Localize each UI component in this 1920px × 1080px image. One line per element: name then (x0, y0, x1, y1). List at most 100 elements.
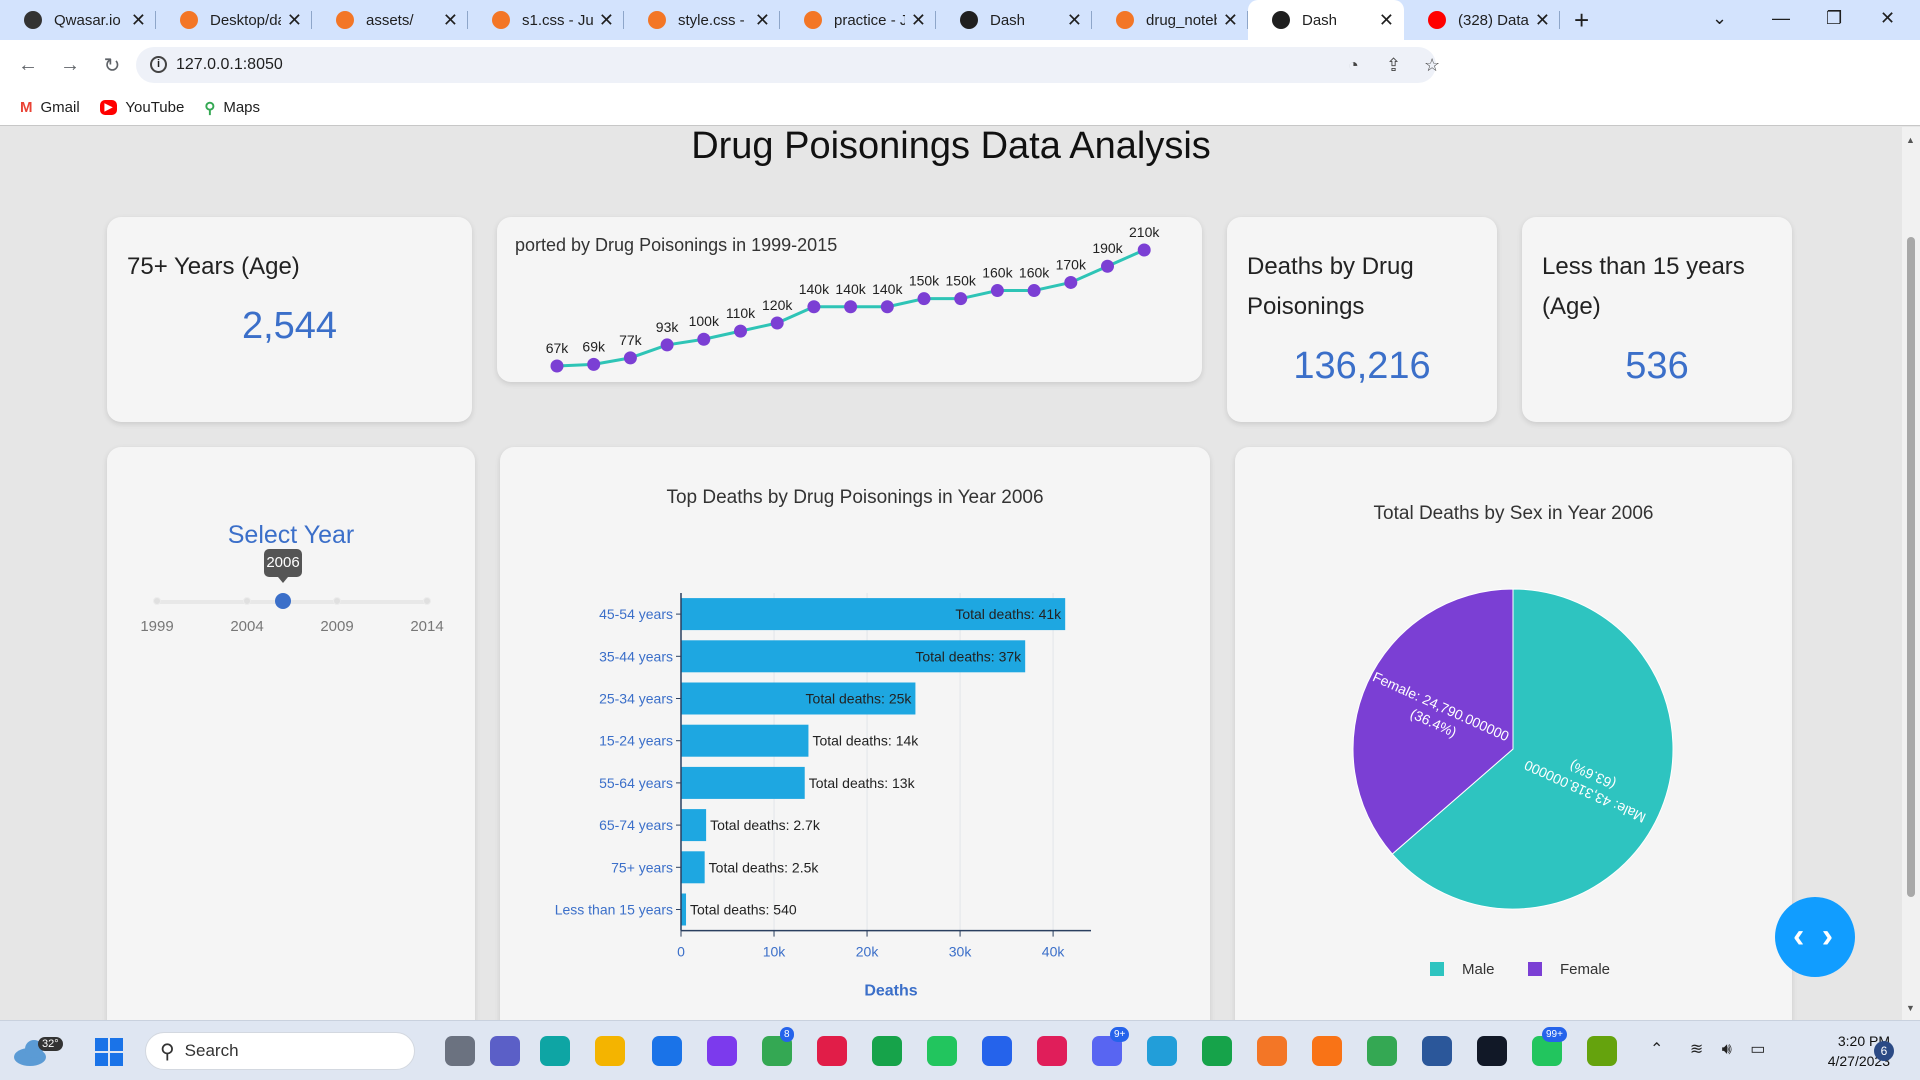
trend-marker (917, 292, 931, 306)
battery-icon[interactable]: ▭ (1750, 1041, 1765, 1058)
xbox-icon[interactable] (872, 1036, 902, 1066)
scroll-up-arrow[interactable]: ▲ (1906, 135, 1915, 145)
browser-tab[interactable]: drug_noteb ✕ (1092, 0, 1248, 40)
performance-icon[interactable]: ◔ (1348, 55, 1359, 76)
tab-close-icon[interactable]: ✕ (599, 10, 614, 31)
slider-mark-label[interactable]: 2004 (217, 618, 277, 635)
trend-data-label: 110k (726, 305, 756, 321)
notification-badge[interactable]: 6 (1874, 1041, 1894, 1061)
browser-tab[interactable]: Dash ✕ (1248, 0, 1404, 40)
close-window-button[interactable]: ✕ (1880, 8, 1895, 29)
back-button[interactable]: ← (14, 54, 42, 77)
kpi-value: 2,544 (241, 305, 338, 347)
browser-tab[interactable]: (328) Data ✕ (1404, 0, 1560, 40)
weather-widget[interactable]: 32° (12, 1031, 63, 1071)
photos-icon[interactable] (707, 1036, 737, 1066)
slider-mark-label[interactable]: 2009 (307, 618, 367, 635)
trend-data-label: 150k (909, 273, 940, 289)
y-category-label: 65-74 years (599, 817, 673, 833)
slider-mark-dot[interactable] (423, 597, 431, 605)
vlc-icon[interactable] (1312, 1036, 1342, 1066)
slider-mark-dot[interactable] (333, 597, 341, 605)
tab-close-icon[interactable]: ✕ (443, 10, 458, 31)
slack-icon[interactable] (1037, 1036, 1067, 1066)
bookmark-youtube[interactable]: ▶ YouTube (99, 99, 184, 116)
wifi-icon[interactable]: ≋ (1690, 1041, 1703, 1058)
slider-mark-label[interactable]: 2014 (397, 618, 457, 635)
page-scrollbar[interactable]: ▲ ▼ (1902, 127, 1920, 1020)
slider-mark-dot[interactable] (153, 597, 161, 605)
site-info-icon[interactable]: i (150, 56, 167, 73)
scroll-thumb[interactable] (1907, 237, 1915, 897)
select-year-title: Select Year (227, 521, 355, 549)
browser-tab[interactable]: Qwasar.io - ✕ (0, 0, 156, 40)
opera-icon[interactable] (817, 1036, 847, 1066)
slider-mark-label[interactable]: 1999 (127, 618, 187, 635)
tab-close-icon[interactable]: ✕ (131, 10, 146, 31)
task-view-icon[interactable] (445, 1036, 475, 1066)
browser-tab[interactable]: assets/ ✕ (312, 0, 468, 40)
trend-data-label: 190k (1092, 240, 1123, 256)
legend-swatch (1430, 962, 1444, 976)
dash-debug-toggle-button[interactable]: ‹ › (1775, 897, 1855, 977)
bookmark-star-icon[interactable]: ☆ (1424, 55, 1440, 76)
tab-close-icon[interactable]: ✕ (1067, 10, 1082, 31)
year-slider-handle[interactable] (275, 593, 291, 609)
terminal-icon[interactable] (1477, 1036, 1507, 1066)
zoom-icon[interactable] (982, 1036, 1012, 1066)
year-slider-rail[interactable] (157, 600, 427, 604)
scroll-down-arrow[interactable]: ▼ (1906, 1003, 1915, 1013)
tab-favicon-icon (648, 11, 666, 29)
browser-tab[interactable]: practice - Ju ✕ (780, 0, 936, 40)
year-selector-card: Select Year 2006 1999 2004 2009 2014 (107, 447, 475, 1020)
tab-search-icon[interactable]: ⌄ (1712, 8, 1727, 29)
pie-chart: Male: 43,318.000000(63.6%)Female: 24,790… (1352, 588, 1674, 978)
browser-tab[interactable]: Desktop/da ✕ (156, 0, 312, 40)
y-category-label: 45-54 years (599, 606, 673, 622)
browser-tab[interactable]: s1.css - Jup ✕ (468, 0, 624, 40)
new-tab-button[interactable]: + (1574, 5, 1589, 36)
mail-icon[interactable] (652, 1036, 682, 1066)
tab-close-icon[interactable]: ✕ (911, 10, 926, 31)
tab-close-icon[interactable]: ✕ (1223, 10, 1238, 31)
edge-icon[interactable] (540, 1036, 570, 1066)
reload-button[interactable]: ↻ (98, 53, 126, 78)
bar-data-label: Total deaths: 25k (806, 691, 913, 707)
meet-icon[interactable] (1202, 1036, 1232, 1066)
taskbar-search-box[interactable]: ⚲ Search (145, 1032, 415, 1070)
jupyter-icon[interactable] (1257, 1036, 1287, 1066)
word-icon[interactable] (1422, 1036, 1452, 1066)
restore-button[interactable]: ❐ (1826, 8, 1842, 29)
browser-tab[interactable]: Dash ✕ (936, 0, 1092, 40)
minimize-button[interactable]: — (1772, 8, 1790, 29)
forward-button[interactable]: → (56, 54, 84, 77)
tab-close-icon[interactable]: ✕ (1379, 10, 1394, 31)
trend-marker (660, 338, 674, 352)
bookmark-maps[interactable]: ⚲ Maps (204, 99, 260, 117)
address-bar[interactable]: i 127.0.0.1:8050 ◔ ⇪ ☆ (136, 47, 1440, 83)
tab-close-icon[interactable]: ✕ (755, 10, 770, 31)
bookmark-label: Maps (223, 99, 261, 116)
trend-data-label: 140k (872, 281, 903, 297)
globe-app-icon[interactable] (1587, 1036, 1617, 1066)
kpi-label-line1: Deaths by Drug (1247, 253, 1414, 280)
share-icon[interactable]: ⇪ (1386, 55, 1401, 76)
file-explorer-icon[interactable] (595, 1036, 625, 1066)
tab-title: Desktop/da (210, 11, 281, 29)
tab-close-icon[interactable]: ✕ (287, 10, 302, 31)
slider-mark-dot[interactable] (243, 597, 251, 605)
telegram-icon[interactable] (1147, 1036, 1177, 1066)
whatsapp-icon[interactable] (927, 1036, 957, 1066)
bookmark-gmail[interactable]: M Gmail (20, 99, 80, 116)
browser-tab[interactable]: style.css - Ju ✕ (624, 0, 780, 40)
volume-icon[interactable]: 🔊︎ (1722, 1041, 1732, 1058)
chrome-profile-icon[interactable] (1367, 1036, 1397, 1066)
teams-icon[interactable] (490, 1036, 520, 1066)
tab-favicon-icon (492, 11, 510, 29)
bar-data-label: Total deaths: 2.7k (710, 817, 821, 833)
tab-close-icon[interactable]: ✕ (1535, 10, 1550, 31)
trend-marker (954, 292, 968, 306)
bar (681, 724, 809, 757)
start-button[interactable] (95, 1038, 123, 1071)
tray-overflow-icon[interactable]: ⌃ (1650, 1041, 1663, 1058)
